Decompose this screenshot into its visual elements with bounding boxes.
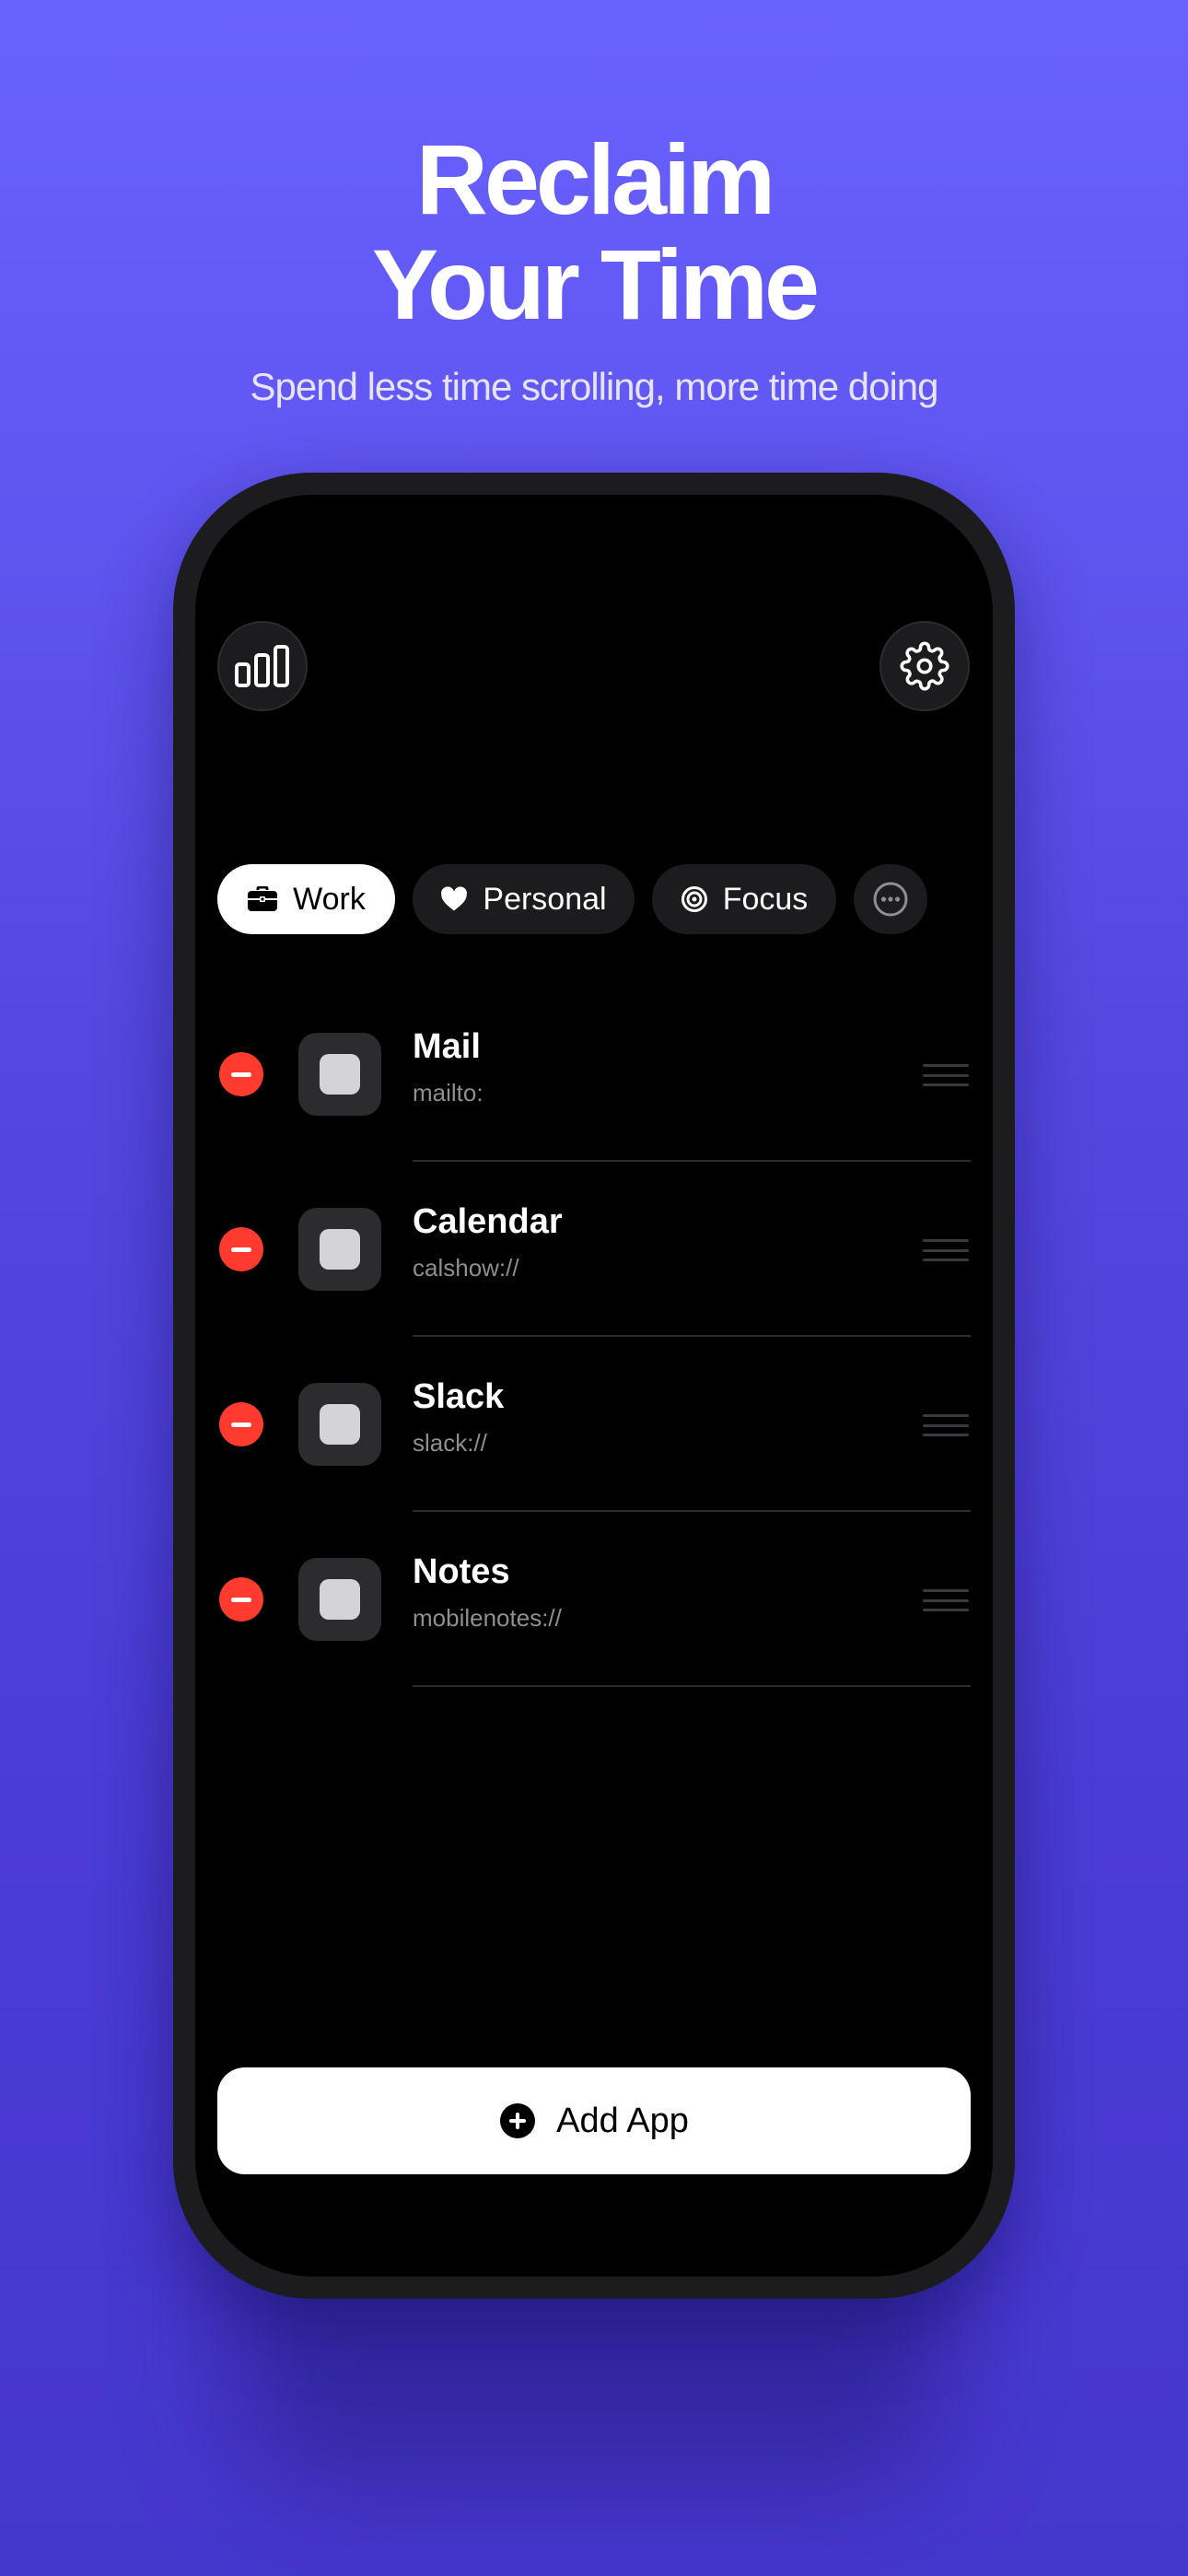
- app-icon: [298, 1033, 381, 1116]
- app-name: Slack: [413, 1377, 505, 1416]
- tab-personal[interactable]: Personal: [413, 864, 635, 934]
- tab-work[interactable]: Work: [217, 864, 395, 934]
- hero-title-line-1: Reclaim: [415, 123, 775, 235]
- tab-personal-label: Personal: [483, 881, 607, 917]
- remove-button[interactable]: [219, 1052, 263, 1096]
- drag-handle-icon[interactable]: [923, 1414, 969, 1436]
- phone-frame: Work Personal Focus Mail mailto: Calenda…: [173, 473, 1015, 2299]
- target-icon: [681, 886, 707, 912]
- tab-focus-label: Focus: [722, 881, 809, 917]
- settings-button[interactable]: [879, 621, 970, 711]
- app-icon: [298, 1383, 381, 1466]
- tab-focus[interactable]: Focus: [652, 864, 836, 934]
- app-icon: [298, 1208, 381, 1291]
- list-item: Slack slack://: [195, 1337, 993, 1512]
- app-name: Calendar: [413, 1202, 563, 1241]
- app-icon: [298, 1558, 381, 1641]
- bar-chart-icon: [235, 645, 289, 687]
- divider: [413, 1685, 971, 1687]
- add-app-button[interactable]: Add App: [217, 2067, 971, 2174]
- remove-button[interactable]: [219, 1577, 263, 1622]
- app-name: Notes: [413, 1552, 510, 1591]
- ellipsis-circle-icon: [873, 882, 908, 917]
- remove-button[interactable]: [219, 1227, 263, 1271]
- briefcase-icon: [248, 886, 278, 911]
- gear-icon: [900, 641, 949, 691]
- drag-handle-icon[interactable]: [923, 1589, 969, 1611]
- remove-button[interactable]: [219, 1402, 263, 1446]
- drag-handle-icon[interactable]: [923, 1239, 969, 1261]
- hero-subtitle: Spend less time scrolling, more time doi…: [250, 365, 938, 408]
- hero-title: Reclaim Your Time: [0, 127, 1188, 337]
- tab-work-label: Work: [293, 881, 366, 917]
- add-app-label: Add App: [556, 2101, 689, 2140]
- stats-button[interactable]: [217, 621, 308, 711]
- app-name: Mail: [413, 1027, 481, 1066]
- list-item: Mail mailto:: [195, 987, 993, 1162]
- list-item: Notes mobilenotes://: [195, 1512, 993, 1687]
- list-item: Calendar calshow://: [195, 1162, 993, 1337]
- hero-title-line-2: Your Time: [371, 228, 820, 340]
- app-url: slack://: [413, 1429, 487, 1457]
- tab-more[interactable]: [854, 864, 927, 934]
- app-url: mobilenotes://: [413, 1604, 562, 1632]
- app-url: calshow://: [413, 1254, 519, 1282]
- plus-circle-icon: [500, 2103, 536, 2138]
- heart-icon: [441, 886, 468, 911]
- drag-handle-icon[interactable]: [923, 1064, 969, 1086]
- app-url: mailto:: [413, 1079, 483, 1107]
- phone-screen: Work Personal Focus Mail mailto: Calenda…: [195, 495, 993, 2277]
